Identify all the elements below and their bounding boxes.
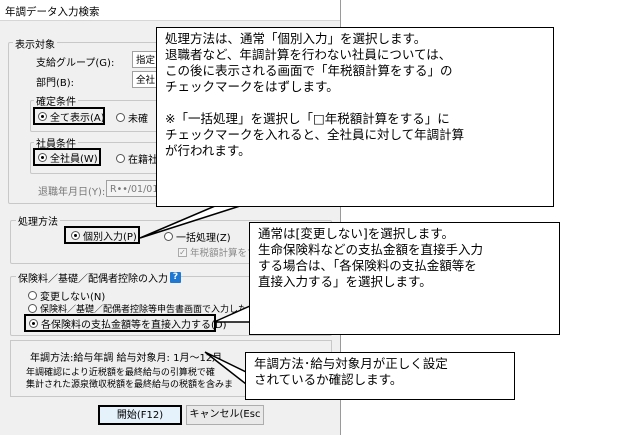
method-individual-label: 個別入力(P) bbox=[83, 231, 137, 243]
retire-date-label: 退職年月日(Y): bbox=[38, 187, 106, 198]
dialog-title: 年調データ入力検索 bbox=[5, 6, 100, 18]
employee-enrolled-label: 在籍社 bbox=[128, 155, 158, 166]
confirm-all-radio[interactable]: 全て表示(A) bbox=[33, 107, 105, 125]
confirm-condition-label: 確定条件 bbox=[34, 93, 78, 108]
method-individual-radio[interactable]: 個別入力(P) bbox=[64, 226, 140, 244]
radio-selected-icon bbox=[71, 230, 80, 240]
method-bulk-radio[interactable]: 一括処理(Z) bbox=[164, 229, 231, 244]
method-callout: 処理方法は、通常「個別入力」を選択します。 退職者など、年調計算を行わない社員に… bbox=[156, 27, 554, 207]
insurance-direct-label: 各保険料の支払金額等を直接入力する(D) bbox=[41, 319, 227, 331]
insurance-direct-radio[interactable]: 各保険料の支払金額等を直接入力する(D) bbox=[24, 314, 227, 332]
employee-enrolled-radio[interactable]: 在籍社 bbox=[116, 151, 158, 166]
insurance-no-change-radio[interactable]: 変更しない(N) bbox=[28, 288, 105, 303]
radio-selected-icon bbox=[38, 111, 47, 121]
radio-selected-icon bbox=[38, 152, 47, 162]
help-icon[interactable]: ? bbox=[170, 272, 181, 283]
confirm-unconfirmed-radio[interactable]: 未確 bbox=[116, 110, 148, 125]
radio-empty-icon bbox=[164, 232, 173, 241]
employee-all-label: 全社員(W) bbox=[50, 153, 98, 165]
insurance-label: 保険料／基礎／配偶者控除の入力 bbox=[16, 270, 170, 285]
radio-empty-icon bbox=[116, 113, 125, 122]
confirm-unconfirmed-label: 未確 bbox=[128, 114, 148, 125]
pay-group-label: 支給グループ(G): bbox=[36, 58, 115, 69]
retire-date-field[interactable]: R••/01/01 bbox=[106, 180, 160, 197]
tax-calc-label: 年税額計算をす bbox=[190, 248, 257, 259]
display-target-label: 表示対象 bbox=[13, 36, 57, 51]
cancel-button[interactable]: キャンセル(Esc bbox=[186, 405, 264, 425]
radio-selected-icon bbox=[29, 318, 38, 328]
start-button[interactable]: 開始(F12) bbox=[98, 405, 182, 425]
insurance-callout: 通常は[変更しない]を選択します。 生命保険料などの支払金額を直接手入力 する場… bbox=[249, 222, 560, 335]
employee-all-radio[interactable]: 全社員(W) bbox=[33, 148, 101, 166]
confirm-all-label: 全て表示(A) bbox=[50, 112, 105, 124]
title-bar: 年調データ入力検索 bbox=[0, 0, 340, 21]
tax-calc-checkbox[interactable]: ✓ 年税額計算をす bbox=[178, 245, 257, 259]
method-label: 処理方法 bbox=[16, 213, 60, 228]
summary-note-line2: 集計された源泉徴収税額を最終給与の税額を含みま bbox=[26, 380, 234, 390]
summary-method-line: 年調方法:給与年調 給与対象月: 1月～12月 bbox=[30, 353, 223, 364]
radio-empty-icon bbox=[28, 304, 37, 313]
department-label: 部門(B): bbox=[36, 78, 75, 89]
radio-empty-icon bbox=[116, 154, 125, 163]
checkmark-icon: ✓ bbox=[178, 247, 187, 257]
insurance-no-change-label: 変更しない(N) bbox=[40, 292, 106, 303]
method-bulk-label: 一括処理(Z) bbox=[176, 233, 231, 244]
radio-empty-icon bbox=[28, 291, 37, 300]
settings-callout: 年調方法･給与対象月が正しく設定 されているか確認します。 bbox=[245, 352, 515, 400]
